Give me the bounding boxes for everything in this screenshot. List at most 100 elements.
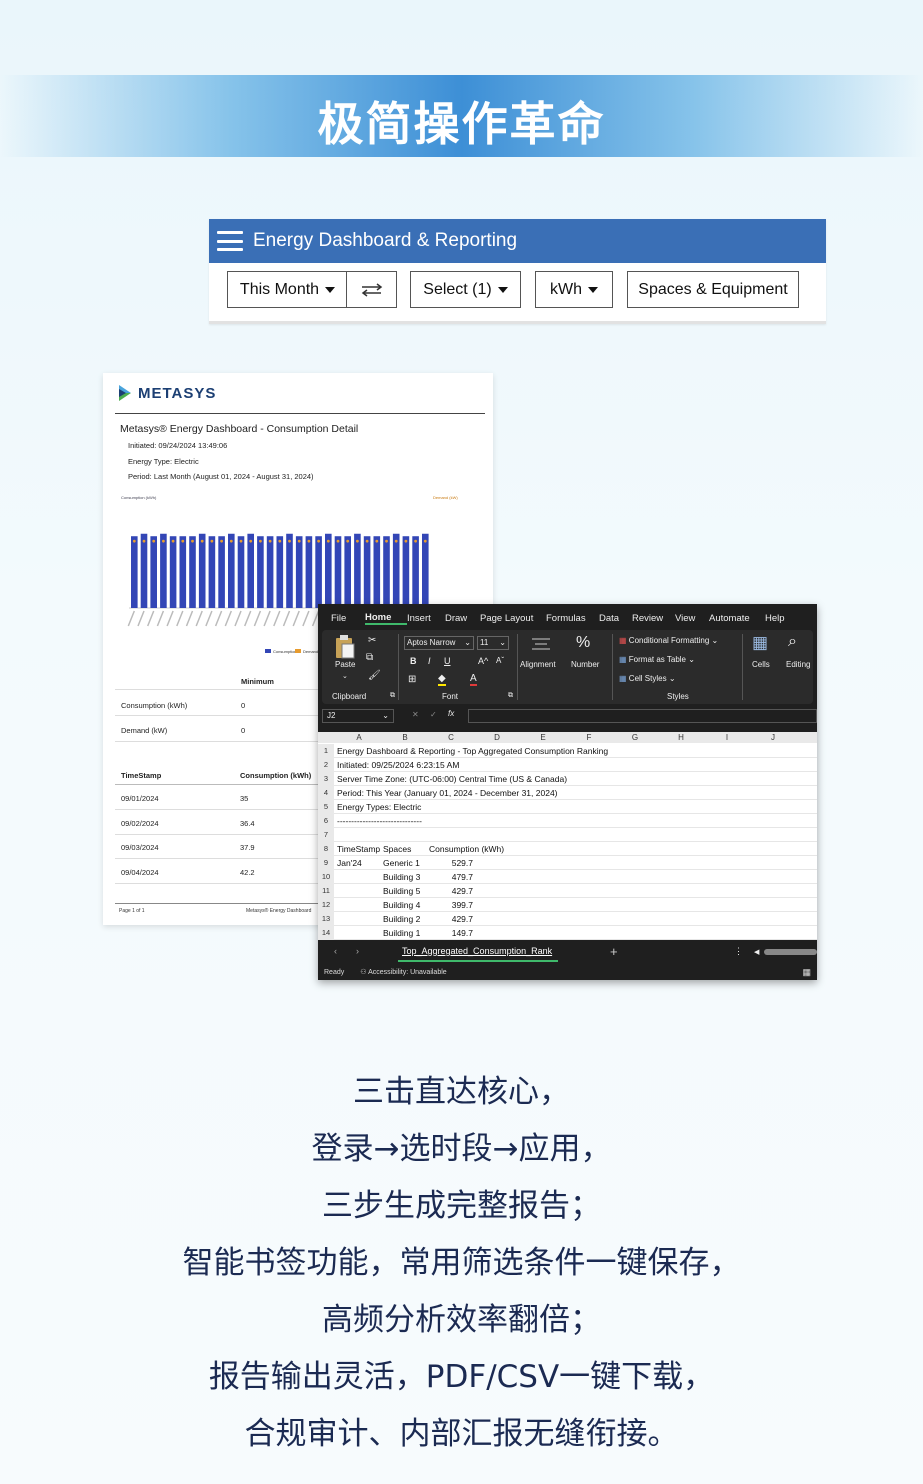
cell-c[interactable]: 429.7 [429, 912, 473, 926]
row-number[interactable]: 2 [318, 758, 334, 772]
editing-label[interactable]: Editing [786, 660, 810, 669]
column-header[interactable]: J [750, 732, 796, 743]
more-options-icon[interactable]: ⋮ [734, 946, 743, 957]
row-number[interactable]: 5 [318, 800, 334, 814]
conditional-formatting-button[interactable]: ▦ Conditional Formatting ⌄ [619, 636, 718, 645]
menu-home[interactable]: Home [365, 612, 407, 625]
menu-automate[interactable]: Automate [709, 613, 765, 624]
cell-b[interactable]: Building 4 [383, 898, 420, 912]
alignment-icon[interactable] [530, 636, 552, 652]
menu-insert[interactable]: Insert [407, 613, 445, 624]
compare-button[interactable] [346, 271, 397, 308]
formula-input[interactable] [468, 709, 817, 723]
cell-b[interactable]: Spaces [383, 842, 411, 856]
row-number[interactable]: 7 [318, 828, 334, 842]
cell-a[interactable]: ------------------------------ [337, 814, 422, 828]
column-header[interactable]: H [658, 732, 704, 743]
menu-review[interactable]: Review [632, 613, 675, 624]
row-number[interactable]: 3 [318, 772, 334, 786]
cell-b[interactable]: Generic 1 [383, 856, 420, 870]
bold-icon[interactable]: B [410, 656, 417, 666]
horizontal-scrollbar[interactable] [764, 949, 817, 955]
column-header[interactable]: G [612, 732, 658, 743]
borders-icon[interactable]: ⊞ [408, 674, 416, 685]
format-as-table-button[interactable]: ▦ Format as Table ⌄ [619, 655, 695, 664]
menu-icon[interactable] [217, 231, 243, 251]
format-painter-icon[interactable]: 🖌 [368, 670, 381, 681]
decrease-font-icon[interactable]: Aˇ [496, 656, 504, 665]
name-box[interactable]: J2 ⌄ [322, 709, 394, 723]
cells-label[interactable]: Cells [752, 660, 770, 669]
column-header[interactable]: E [520, 732, 566, 743]
percent-icon[interactable]: % [576, 634, 590, 652]
cell-a[interactable]: Energy Types: Electric [337, 800, 421, 814]
column-header[interactable]: F [566, 732, 612, 743]
launcher-icon[interactable]: ⧉ [390, 692, 395, 700]
italic-icon[interactable]: I [428, 656, 431, 666]
alignment-label[interactable]: Alignment [520, 660, 556, 669]
row-number[interactable]: 14 [318, 926, 334, 940]
row-number[interactable]: 1 [318, 744, 334, 758]
period-dropdown[interactable]: This Month [227, 271, 348, 308]
normal-view-icon[interactable]: ▦ [802, 967, 811, 978]
select-dropdown[interactable]: Select (1) [410, 271, 521, 308]
row-number[interactable]: 11 [318, 884, 334, 898]
next-sheet-icon[interactable]: › [356, 946, 359, 956]
column-header[interactable]: A [336, 732, 382, 743]
cell-a[interactable]: Period: This Year (January 01, 2024 - De… [337, 786, 558, 800]
increase-font-icon[interactable]: A^ [478, 656, 488, 666]
cell-a[interactable]: TimeStamp [337, 842, 380, 856]
function-icon[interactable]: fx [448, 709, 454, 718]
menu-file[interactable]: File [331, 613, 365, 624]
cell-c[interactable]: 479.7 [429, 870, 473, 884]
underline-icon[interactable]: U [444, 656, 451, 666]
paste-icon[interactable] [334, 634, 356, 660]
row-number[interactable]: 12 [318, 898, 334, 912]
row-number[interactable]: 9 [318, 856, 334, 870]
status-accessibility[interactable]: ⚇ Accessibility: Unavailable [360, 968, 446, 976]
cell-c[interactable]: 149.7 [429, 926, 473, 940]
cell-a[interactable]: Server Time Zone: (UTC-06:00) Central Ti… [337, 772, 567, 786]
spreadsheet-grid[interactable]: ABCDEFGHIJ 1 Energy Dashboard & Reporting… [318, 732, 817, 940]
cell-c[interactable]: 429.7 [429, 884, 473, 898]
spaces-equipment-button[interactable]: Spaces & Equipment [627, 271, 799, 308]
sheet-tab[interactable]: Top_Aggregated_Consumption_Rank [398, 942, 559, 962]
column-header[interactable]: B [382, 732, 428, 743]
number-label[interactable]: Number [571, 660, 599, 669]
row-number[interactable]: 10 [318, 870, 334, 884]
cancel-icon[interactable]: ✕ [412, 710, 419, 719]
cell-a[interactable]: Energy Dashboard & Reporting - Top Aggre… [337, 744, 608, 758]
prev-sheet-icon[interactable]: ‹ [334, 946, 337, 956]
cells-icon[interactable]: ▦ [752, 633, 768, 653]
copy-icon[interactable]: ⧉ [366, 652, 373, 663]
row-number[interactable]: 6 [318, 814, 334, 828]
cell-a[interactable]: Jan'24 [337, 856, 362, 870]
cell-c[interactable]: 529.7 [429, 856, 473, 870]
unit-dropdown[interactable]: kWh [535, 271, 613, 308]
row-number[interactable]: 4 [318, 786, 334, 800]
column-header[interactable]: I [704, 732, 750, 743]
scroll-left-icon[interactable]: ◀ [754, 948, 759, 956]
search-icon[interactable]: ⌕ [788, 633, 797, 651]
enter-icon[interactable]: ✓ [430, 710, 437, 719]
cut-icon[interactable]: ✂ [368, 635, 376, 646]
cell-b[interactable]: Building 1 [383, 926, 420, 940]
menu-view[interactable]: View [675, 613, 709, 624]
cell-styles-button[interactable]: ▦ Cell Styles ⌄ [619, 674, 676, 683]
cell-a[interactable]: Initiated: 09/25/2024 6:23:15 AM [337, 758, 459, 772]
column-header[interactable]: C [428, 732, 474, 743]
font-color-icon[interactable]: A [470, 673, 477, 686]
menu-draw[interactable]: Draw [445, 613, 480, 624]
row-number[interactable]: 13 [318, 912, 334, 926]
fill-color-icon[interactable]: ◆ [438, 674, 446, 686]
cell-b[interactable]: Building 3 [383, 870, 420, 884]
menu-page-layout[interactable]: Page Layout [480, 613, 546, 624]
menu-help[interactable]: Help [765, 613, 785, 624]
cell-c[interactable]: Consumption (kWh) [429, 842, 504, 856]
cell-b[interactable]: Building 2 [383, 912, 420, 926]
add-sheet-icon[interactable]: + [610, 944, 618, 959]
paste-label[interactable]: Paste [335, 660, 355, 669]
row-number[interactable]: 8 [318, 842, 334, 856]
cell-c[interactable]: 399.7 [429, 898, 473, 912]
column-header[interactable]: D [474, 732, 520, 743]
